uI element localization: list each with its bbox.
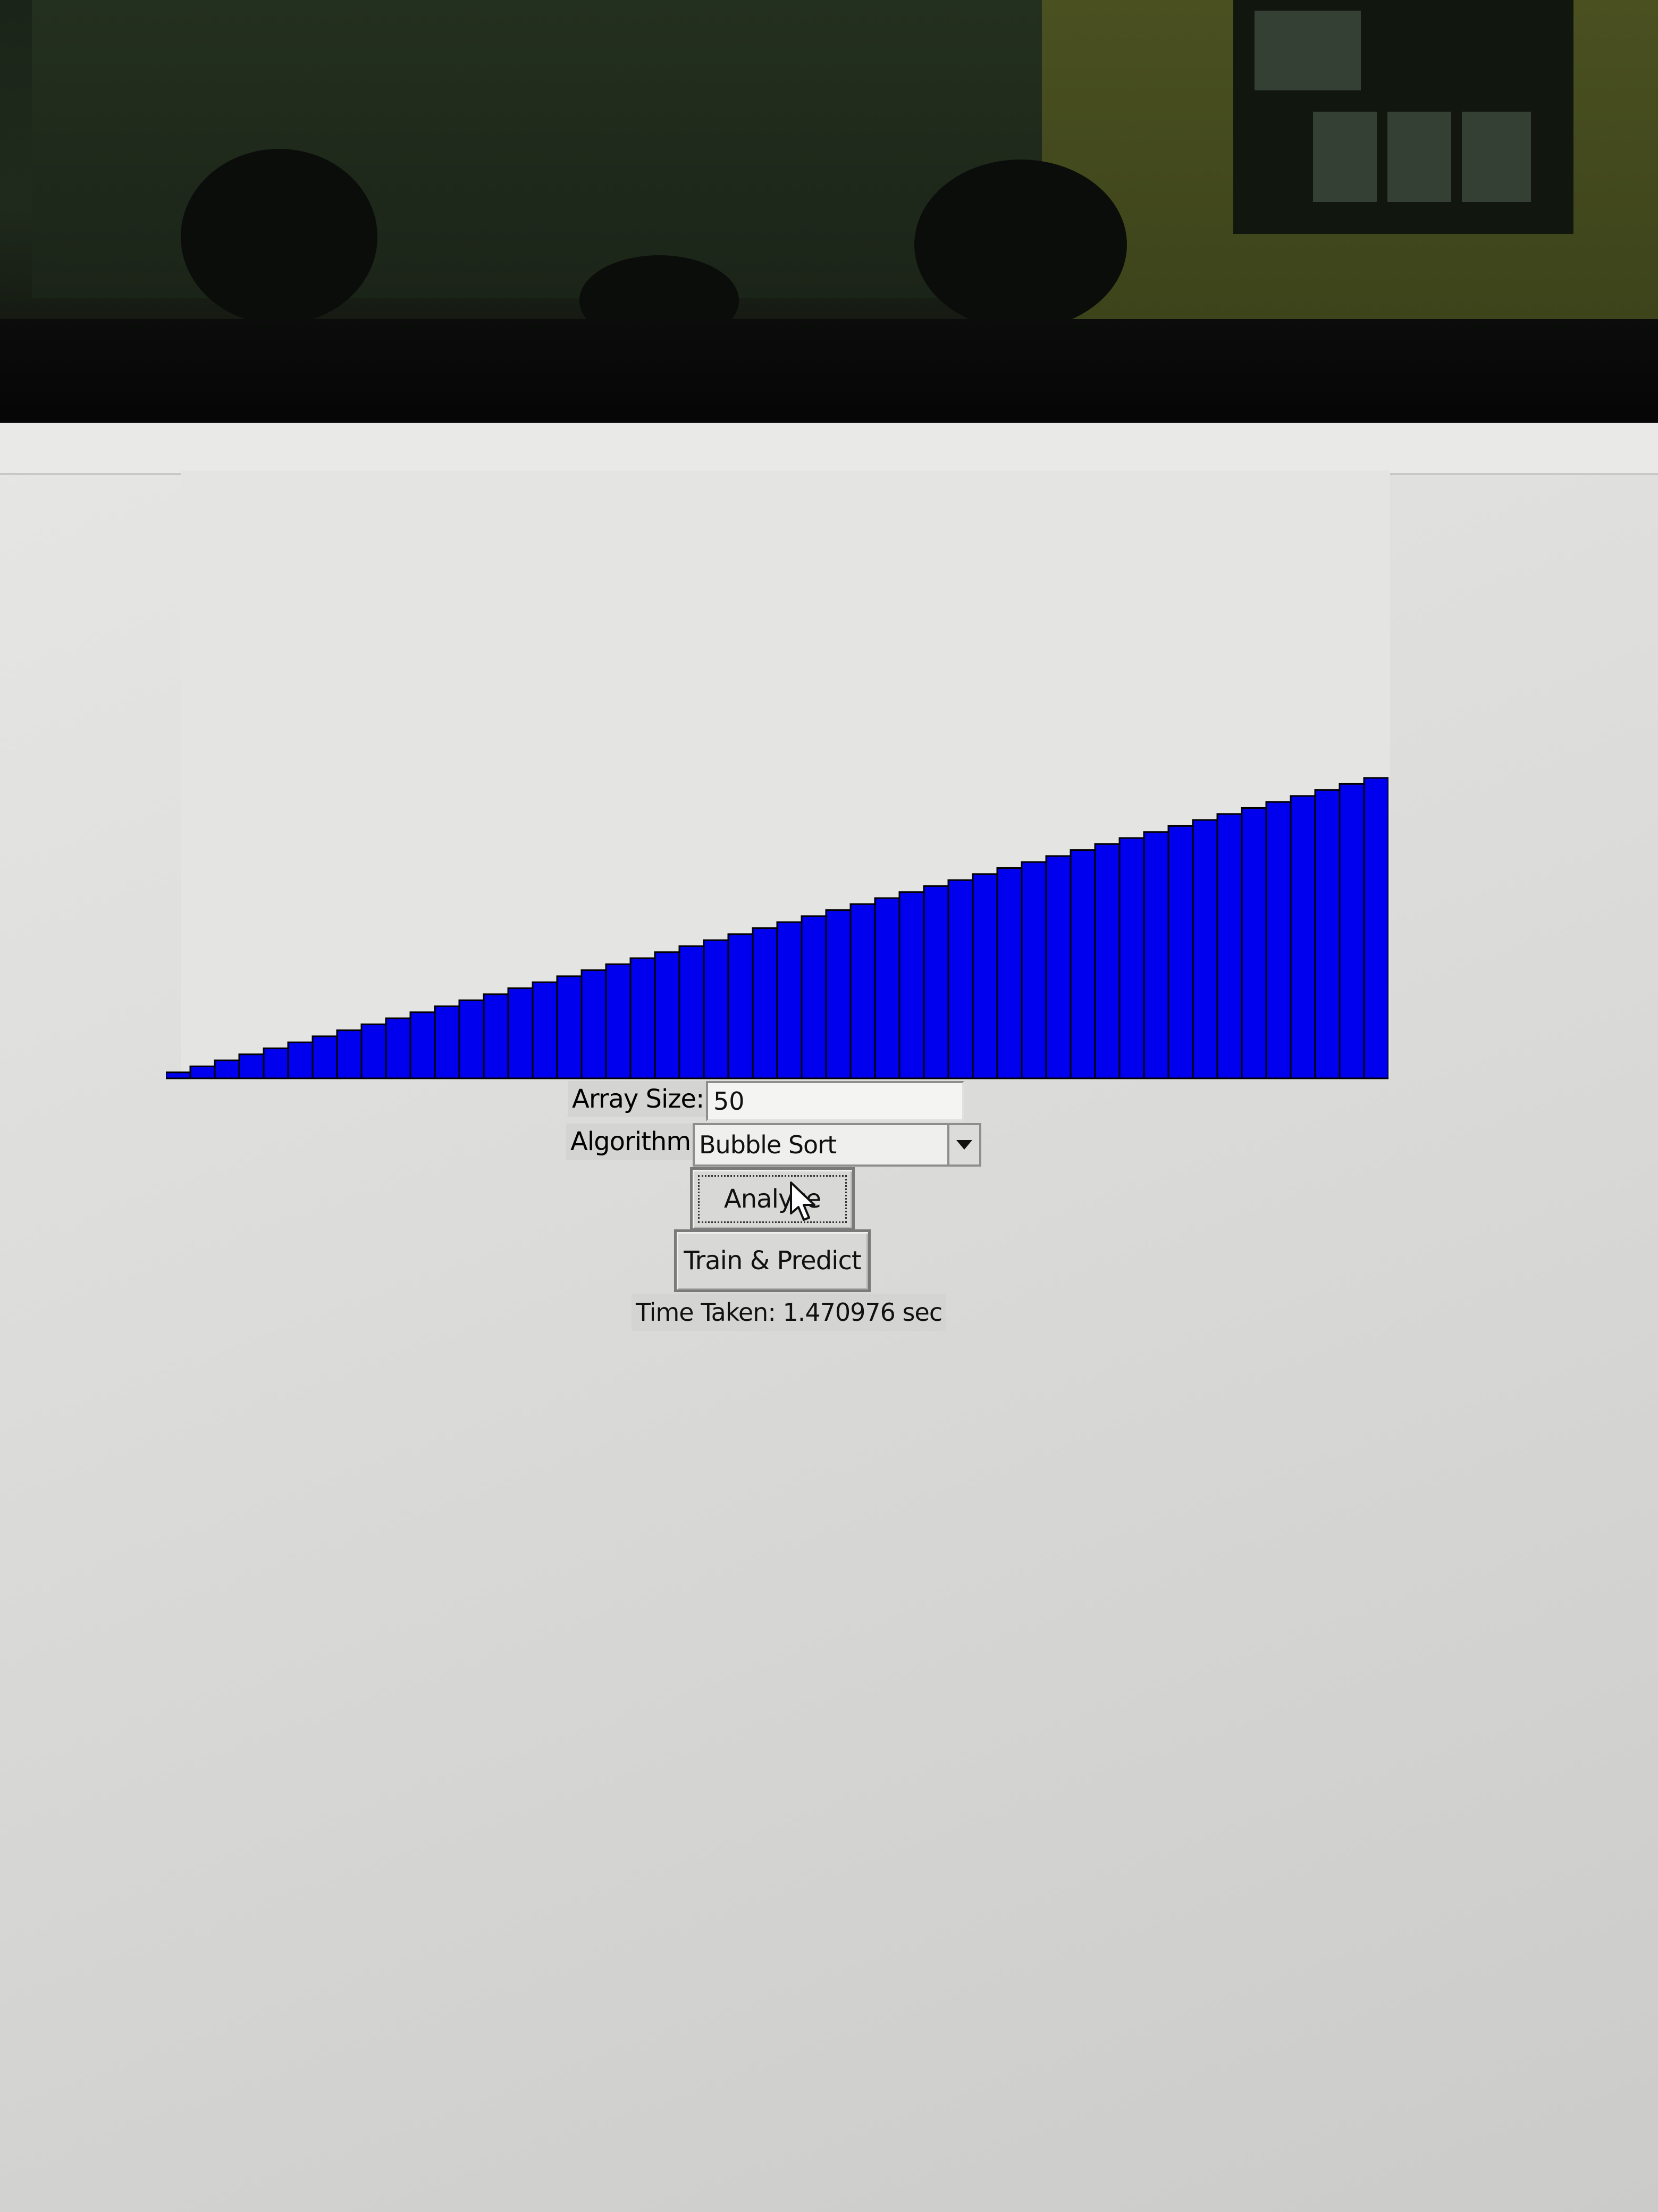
bar-23 — [703, 939, 729, 1079]
background-board — [1233, 0, 1573, 234]
background-head — [181, 149, 377, 324]
array-size-label: Array Size: — [568, 1081, 709, 1117]
bar-47 — [1290, 795, 1316, 1079]
bar-48 — [1314, 789, 1341, 1079]
bar-21 — [654, 951, 680, 1079]
bar-15 — [507, 987, 534, 1079]
bar-25 — [752, 927, 778, 1079]
algorithm-select[interactable]: Bubble Sort — [693, 1123, 954, 1167]
analyze-button[interactable]: Analyze — [690, 1167, 855, 1231]
bar-12 — [434, 1005, 460, 1079]
bar-50 — [1363, 777, 1388, 1079]
bar-11 — [409, 1011, 436, 1079]
bar-26 — [776, 921, 803, 1079]
bar-3 — [214, 1059, 240, 1079]
bar-44 — [1216, 813, 1243, 1079]
bar-49 — [1339, 783, 1365, 1079]
bar-5 — [263, 1048, 289, 1079]
bar-43 — [1192, 819, 1218, 1079]
window-top-strip — [0, 423, 1658, 475]
bar-9 — [360, 1023, 387, 1079]
bar-4 — [238, 1053, 265, 1079]
bar-19 — [605, 963, 632, 1079]
bar-31 — [898, 891, 925, 1079]
bar-39 — [1094, 843, 1121, 1079]
train-predict-button[interactable]: Train & Predict — [674, 1229, 871, 1292]
bar-18 — [580, 969, 607, 1079]
bar-28 — [825, 909, 852, 1079]
bar-14 — [483, 993, 509, 1079]
time-taken-label: Time Taken: 1.470976 sec — [632, 1294, 947, 1331]
laptop-bezel — [0, 319, 1658, 431]
bar-29 — [849, 903, 876, 1079]
bar-16 — [532, 981, 558, 1079]
bar-30 — [874, 897, 900, 1079]
bar-32 — [923, 885, 949, 1079]
bar-1 — [166, 1071, 191, 1079]
bar-41 — [1143, 831, 1169, 1079]
background-head — [914, 160, 1127, 330]
bar-13 — [458, 999, 485, 1079]
bar-34 — [972, 873, 998, 1079]
bar-36 — [1021, 861, 1047, 1079]
mouse-cursor-icon — [790, 1182, 815, 1221]
bar-45 — [1241, 807, 1267, 1079]
bar-42 — [1167, 825, 1194, 1079]
bar-33 — [947, 879, 974, 1079]
array-size-input[interactable]: 50 — [706, 1081, 964, 1121]
bar-2 — [189, 1065, 216, 1079]
bar-20 — [629, 957, 656, 1079]
bar-35 — [996, 867, 1023, 1079]
train-predict-button-label: Train & Predict — [684, 1246, 861, 1276]
algorithm-label: Algorithm: — [566, 1124, 703, 1160]
bar-7 — [312, 1035, 338, 1079]
dropdown-arrow-icon[interactable] — [947, 1123, 981, 1167]
bar-37 — [1045, 855, 1072, 1079]
bar-40 — [1118, 837, 1145, 1079]
bar-46 — [1265, 801, 1292, 1079]
bar-27 — [801, 915, 827, 1079]
bar-6 — [287, 1041, 314, 1079]
bar-22 — [678, 945, 705, 1079]
bar-38 — [1070, 849, 1096, 1079]
background-room — [0, 0, 1658, 340]
bar-17 — [556, 975, 583, 1079]
bar-8 — [336, 1029, 363, 1079]
bar-10 — [385, 1017, 411, 1079]
bar-24 — [727, 933, 754, 1079]
bar-chart — [166, 777, 1388, 1079]
